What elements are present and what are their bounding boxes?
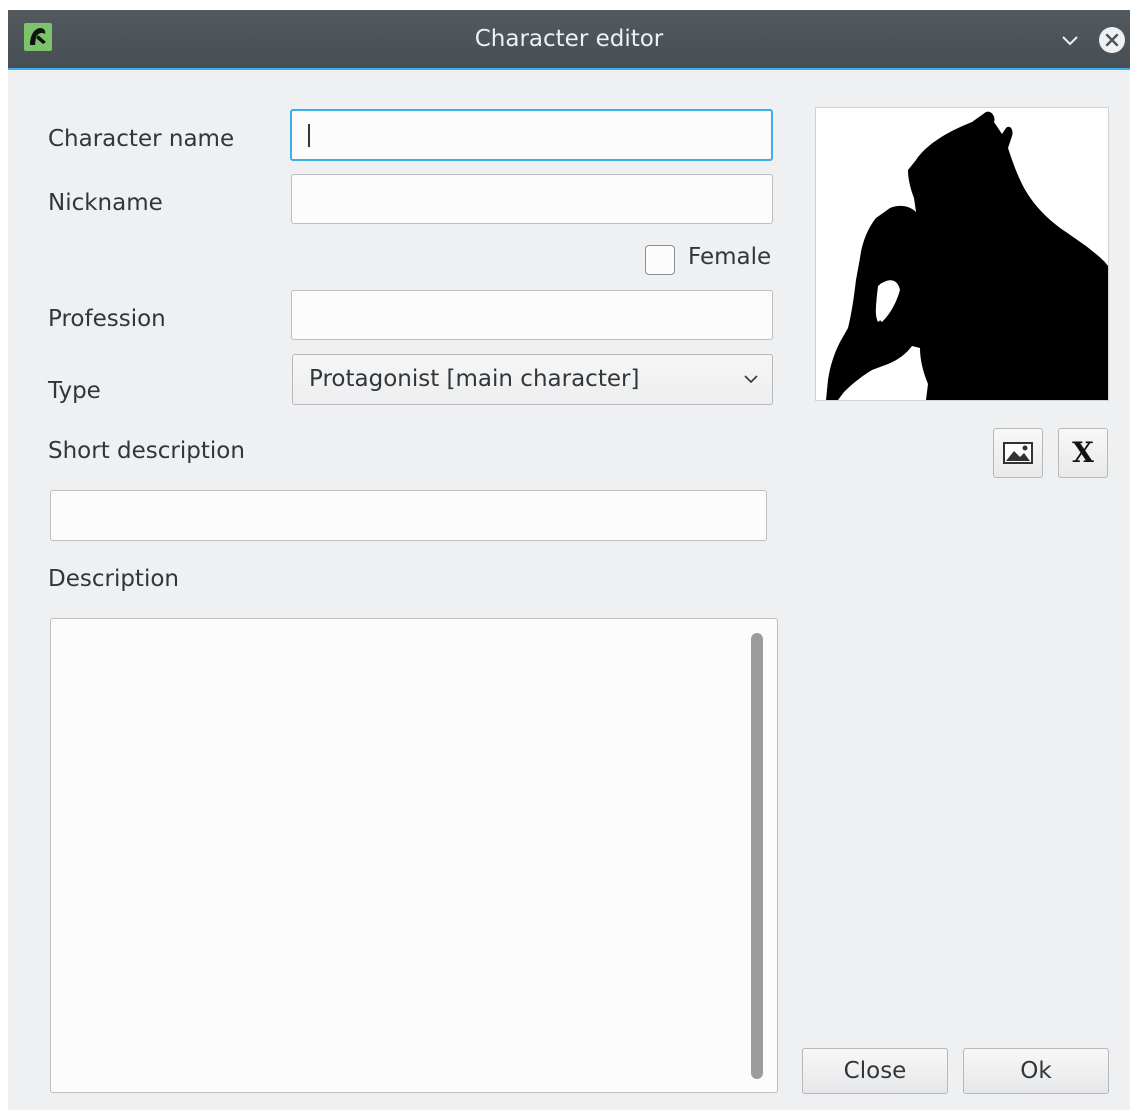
load-image-button[interactable]: [993, 428, 1043, 478]
nickname-label: Nickname: [48, 190, 163, 216]
type-combobox[interactable]: Protagonist [main character]: [292, 354, 773, 405]
type-label: Type: [48, 378, 101, 404]
close-button[interactable]: Close: [802, 1048, 948, 1094]
character-name-input[interactable]: [290, 109, 773, 161]
short-description-input[interactable]: [50, 490, 767, 541]
profession-input[interactable]: [291, 290, 773, 340]
minimize-chevron-icon[interactable]: [1056, 26, 1084, 54]
character-portrait: [815, 107, 1109, 401]
nickname-input[interactable]: [291, 174, 773, 224]
clear-image-x-icon: X: [1072, 436, 1094, 469]
type-selected-value: Protagonist [main character]: [309, 366, 640, 392]
description-label: Description: [48, 566, 179, 592]
character-editor-window: Character editor Character name Nickname…: [8, 10, 1130, 1110]
clear-image-button[interactable]: X: [1058, 428, 1108, 478]
window-title: Character editor: [474, 26, 664, 52]
text-caret: [308, 124, 310, 147]
silhouette-image: [826, 111, 1108, 400]
chevron-down-icon: [744, 375, 758, 384]
image-icon: [1003, 442, 1033, 464]
female-checkbox[interactable]: [645, 245, 675, 275]
character-name-label: Character name: [48, 126, 235, 152]
title-bar[interactable]: Character editor: [8, 10, 1130, 70]
description-scrollbar[interactable]: [751, 633, 763, 1079]
profession-label: Profession: [48, 306, 166, 332]
description-textarea[interactable]: [50, 618, 778, 1093]
female-label[interactable]: Female: [688, 244, 771, 270]
ok-button[interactable]: Ok: [963, 1048, 1109, 1094]
short-description-label: Short description: [48, 438, 245, 464]
close-window-icon[interactable]: [1098, 26, 1126, 54]
